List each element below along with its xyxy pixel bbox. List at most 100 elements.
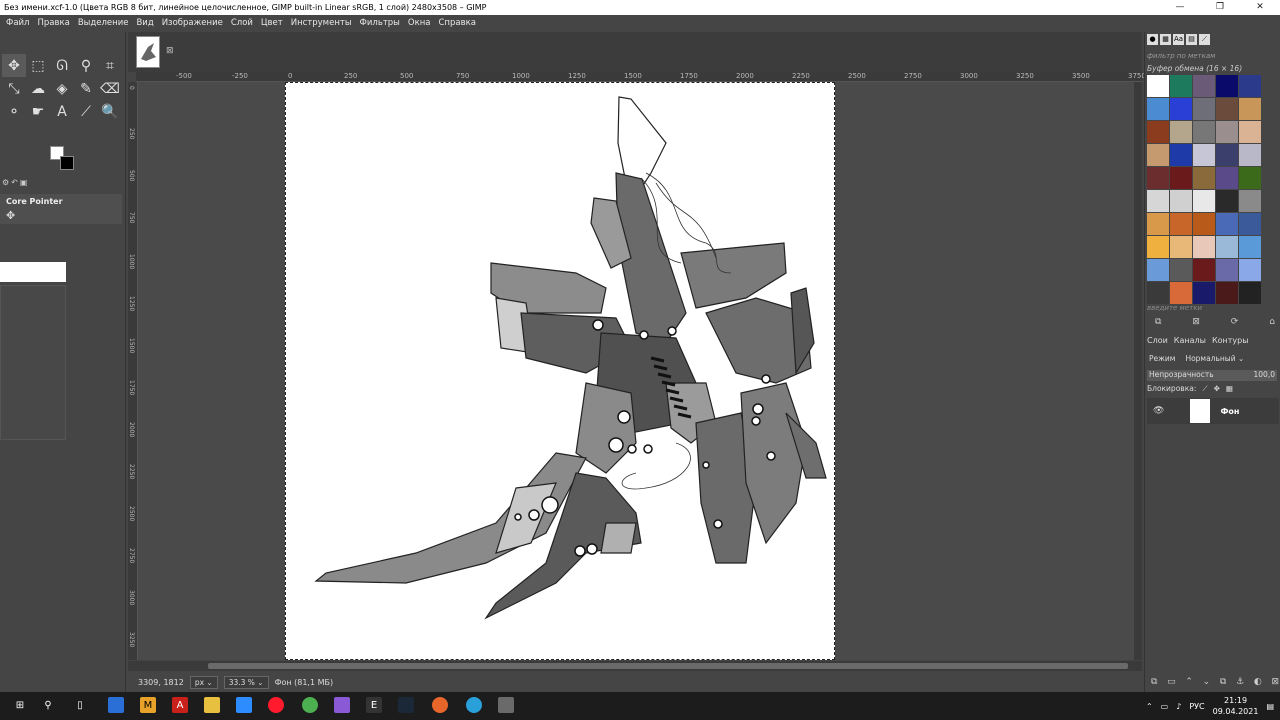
- pattern-swatch[interactable]: [1193, 282, 1215, 304]
- zoom-icon[interactable]: 🔍: [98, 100, 122, 123]
- pattern-swatch[interactable]: [1193, 144, 1215, 166]
- eraser-icon[interactable]: ⌫: [98, 77, 122, 100]
- pattern-swatch[interactable]: [1216, 167, 1238, 189]
- maximize-button[interactable]: ❐: [1200, 0, 1240, 15]
- canvas-area[interactable]: [138, 82, 1134, 660]
- new-group-icon[interactable]: ▭: [1167, 677, 1176, 687]
- menu-edit[interactable]: Правка: [33, 15, 73, 32]
- close-button[interactable]: ✕: [1240, 0, 1280, 15]
- gradients-tab-icon[interactable]: ⟋: [1199, 34, 1210, 45]
- pattern-swatch[interactable]: [1216, 236, 1238, 258]
- pattern-swatch[interactable]: [1239, 259, 1261, 281]
- lock-pixels-icon[interactable]: ⟋: [1202, 384, 1207, 394]
- pattern-swatch[interactable]: [1216, 144, 1238, 166]
- lasso-icon[interactable]: ᘏ: [50, 54, 74, 77]
- device-status-tab-icon[interactable]: ⚙: [2, 178, 9, 190]
- horizontal-scrollbar[interactable]: [128, 661, 1142, 671]
- image-tab-thumbnail[interactable]: [136, 36, 160, 68]
- horizontal-scrollbar-thumb[interactable]: [208, 663, 1128, 669]
- refresh-patterns-icon[interactable]: ⟳: [1231, 317, 1239, 327]
- images-tab-icon[interactable]: ▣: [20, 178, 28, 190]
- delete-layer-icon[interactable]: ⊠: [1271, 677, 1279, 687]
- minimize-button[interactable]: —: [1160, 0, 1200, 15]
- notifications-icon[interactable]: ▤: [1266, 702, 1274, 711]
- move-tool-icon[interactable]: ✥: [2, 54, 26, 77]
- background-color[interactable]: [60, 156, 74, 170]
- epic-games-icon[interactable]: E: [366, 697, 382, 713]
- gimp-taskbar-icon[interactable]: [498, 697, 514, 713]
- pattern-swatch[interactable]: [1170, 75, 1192, 97]
- task-view-icon[interactable]: ▯: [72, 697, 88, 713]
- lock-alpha-icon[interactable]: ▦: [1226, 384, 1233, 394]
- pattern-tag-filter[interactable]: фильтр по меткам: [1147, 52, 1277, 63]
- pattern-swatch[interactable]: [1147, 121, 1169, 143]
- tab-layers[interactable]: Слои: [1147, 336, 1168, 345]
- pattern-swatch[interactable]: [1216, 75, 1238, 97]
- pattern-swatch[interactable]: [1239, 98, 1261, 120]
- pattern-swatch[interactable]: [1170, 144, 1192, 166]
- rect-select-icon[interactable]: ⬚: [26, 54, 50, 77]
- brushes-tab-icon[interactable]: ●: [1147, 34, 1158, 45]
- pattern-swatch[interactable]: [1147, 282, 1169, 304]
- menu-filters[interactable]: Фильтры: [356, 15, 404, 32]
- app-icon-2[interactable]: M: [140, 697, 156, 713]
- paintbrush-icon[interactable]: ✎: [74, 77, 98, 100]
- zoom-select[interactable]: 33.3 % ⌄: [223, 676, 269, 689]
- chrome-icon[interactable]: [302, 697, 318, 713]
- app-icon-3[interactable]: [334, 697, 350, 713]
- pattern-swatch[interactable]: [1239, 75, 1261, 97]
- start-windows-icon[interactable]: ⊞: [12, 697, 28, 713]
- app-icon-4[interactable]: [432, 697, 448, 713]
- menu-help[interactable]: Справка: [434, 15, 479, 32]
- pattern-swatch[interactable]: [1170, 259, 1192, 281]
- undo-history-tab-icon[interactable]: ↶: [11, 178, 18, 190]
- edit-pattern-icon[interactable]: ⧉: [1155, 317, 1161, 327]
- pattern-swatch[interactable]: [1193, 75, 1215, 97]
- image-canvas[interactable]: [285, 82, 835, 660]
- pattern-swatch[interactable]: [1239, 282, 1261, 304]
- pattern-swatch[interactable]: [1147, 259, 1169, 281]
- layer-row[interactable]: 👁 Фон: [1147, 398, 1279, 424]
- pattern-swatch[interactable]: [1216, 213, 1238, 235]
- pattern-swatch[interactable]: [1170, 282, 1192, 304]
- color-picker-icon[interactable]: ⟋: [74, 100, 98, 123]
- menu-view[interactable]: Вид: [132, 15, 157, 32]
- lower-layer-icon[interactable]: ⌄: [1203, 677, 1211, 687]
- language-indicator[interactable]: РУС: [1189, 702, 1204, 711]
- visibility-eye-icon[interactable]: 👁: [1153, 406, 1164, 416]
- pattern-swatch[interactable]: [1193, 121, 1215, 143]
- pattern-swatch[interactable]: [1147, 213, 1169, 235]
- pattern-swatch[interactable]: [1216, 121, 1238, 143]
- warp-icon[interactable]: ☁: [26, 77, 50, 100]
- fuzzy-select-icon[interactable]: ⚲: [74, 54, 98, 77]
- menu-colors[interactable]: Цвет: [257, 15, 287, 32]
- app-icon-1[interactable]: [108, 697, 124, 713]
- pattern-swatch[interactable]: [1239, 190, 1261, 212]
- raise-layer-icon[interactable]: ⌃: [1185, 677, 1193, 687]
- acrobat-icon[interactable]: A: [172, 697, 188, 713]
- pattern-swatch[interactable]: [1147, 75, 1169, 97]
- close-image-tab-icon[interactable]: ⊠: [166, 46, 174, 56]
- smudge-icon[interactable]: ☛: [26, 100, 50, 123]
- unit-select[interactable]: px ⌄: [189, 676, 218, 689]
- pattern-swatch[interactable]: [1193, 236, 1215, 258]
- pattern-swatch[interactable]: [1216, 98, 1238, 120]
- text-tool-icon[interactable]: A: [50, 100, 74, 123]
- tray-chevron-icon[interactable]: ⌃: [1146, 702, 1153, 711]
- clock[interactable]: 21:19 09.04.2021: [1213, 695, 1259, 717]
- tab-paths[interactable]: Контуры: [1212, 336, 1249, 345]
- pattern-swatch[interactable]: [1147, 167, 1169, 189]
- pattern-swatch[interactable]: [1193, 98, 1215, 120]
- menu-select[interactable]: Выделение: [74, 15, 133, 32]
- explorer-icon[interactable]: [204, 697, 220, 713]
- mask-layer-icon[interactable]: ◐: [1254, 677, 1262, 687]
- zoom-app-icon[interactable]: [236, 697, 252, 713]
- pattern-swatch[interactable]: [1216, 259, 1238, 281]
- pattern-swatch[interactable]: [1170, 98, 1192, 120]
- delete-pattern-icon[interactable]: ⊠: [1192, 317, 1200, 327]
- menu-windows[interactable]: Окна: [404, 15, 435, 32]
- menu-tools[interactable]: Инструменты: [287, 15, 356, 32]
- pattern-swatch[interactable]: [1170, 236, 1192, 258]
- bucket-fill-icon[interactable]: ◈: [50, 77, 74, 100]
- mode-select[interactable]: Нормальный ⌄: [1185, 354, 1244, 363]
